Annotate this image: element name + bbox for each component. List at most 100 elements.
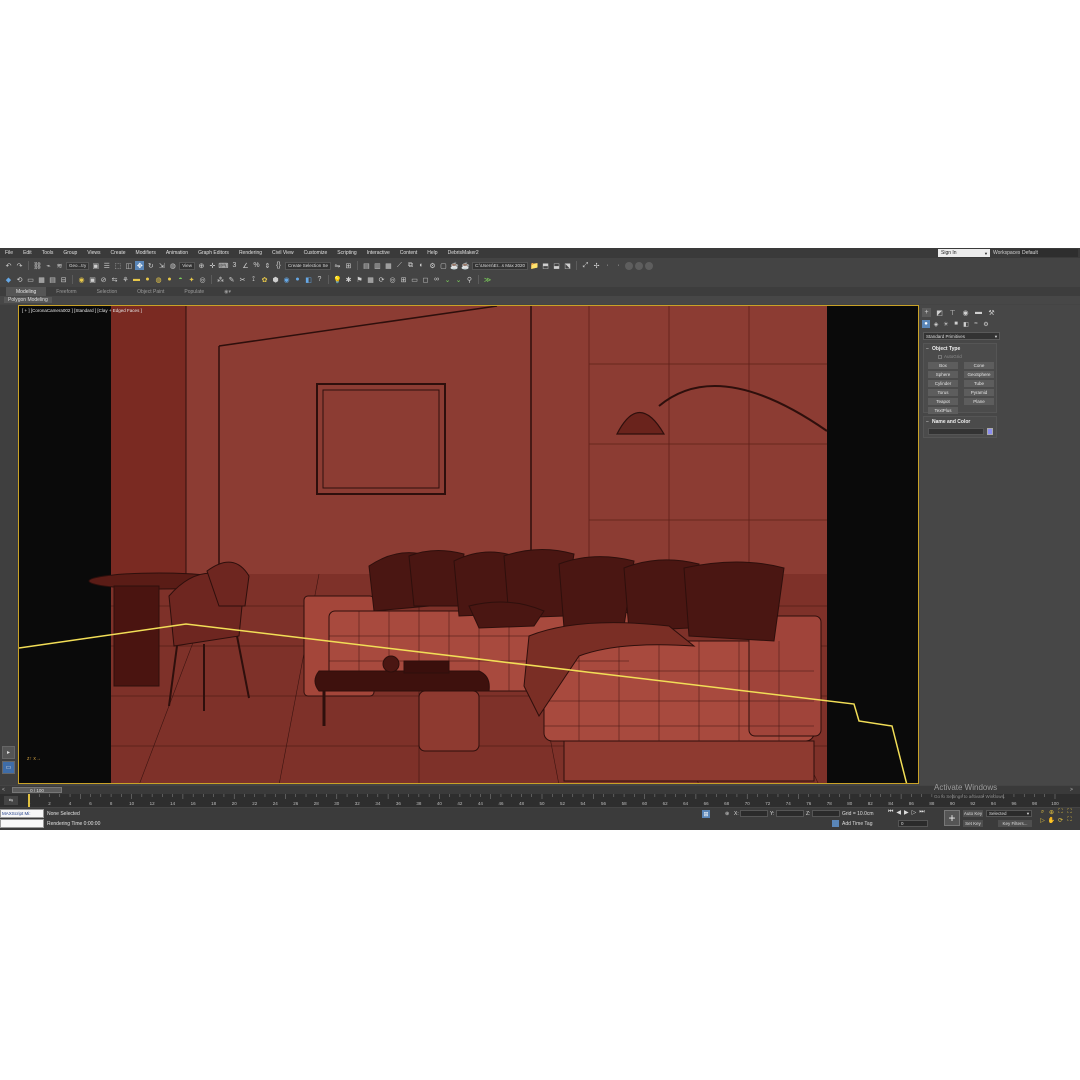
- shapes-icon[interactable]: ◈: [932, 320, 940, 328]
- corona-distance-icon[interactable]: ⟟: [249, 275, 258, 284]
- menu-animation[interactable]: Animation: [161, 250, 193, 256]
- corona-volume-icon[interactable]: ◎: [198, 275, 207, 284]
- lights-icon[interactable]: ☀: [942, 320, 950, 328]
- extra-tool-icon-2[interactable]: ▭: [26, 275, 35, 284]
- keyboard-shortcut-icon[interactable]: ⌨: [218, 261, 228, 270]
- maxscript-output[interactable]: [0, 819, 44, 828]
- primitive-category-dropdown[interactable]: Standard Primitives ▼: [923, 332, 1000, 340]
- cone-button[interactable]: Cone: [964, 362, 994, 369]
- project-folder-icon[interactable]: 📁: [530, 261, 539, 270]
- viewport-layout-active-button[interactable]: ▭: [2, 761, 15, 774]
- corona-mtl-icon[interactable]: ⬢: [271, 275, 280, 284]
- menu-help[interactable]: Help: [422, 250, 442, 256]
- workspace-dropdown[interactable]: Default: [1020, 249, 1078, 257]
- select-rotate-icon[interactable]: ↻: [146, 261, 155, 270]
- corona-vfb-icon[interactable]: ▣: [88, 275, 97, 284]
- select-move-icon[interactable]: ✥: [135, 261, 145, 270]
- x-coordinate-field[interactable]: [740, 810, 768, 817]
- schematic-view-icon[interactable]: ⧉: [406, 261, 415, 270]
- edit-named-selection-icon[interactable]: {}: [274, 261, 283, 270]
- set-key-button[interactable]: Set Key: [963, 820, 983, 827]
- plane-button[interactable]: Plane: [964, 398, 994, 405]
- layer-explorer-icon[interactable]: ▥: [373, 261, 382, 270]
- previous-frame-icon[interactable]: ◀: [896, 809, 901, 816]
- space-warps-icon[interactable]: ≈: [972, 320, 980, 328]
- current-frame-field[interactable]: 0: [898, 820, 928, 827]
- corona-pattern-icon[interactable]: ✿: [260, 275, 269, 284]
- mirror-icon[interactable]: ⇋: [333, 261, 342, 270]
- tab-freeform[interactable]: Freeform: [46, 287, 86, 296]
- selection-lock-icon[interactable]: ⊞: [702, 810, 710, 818]
- tab-object-paint[interactable]: Object Paint: [127, 287, 174, 296]
- zoom-extents-all-icon[interactable]: ⛶: [1065, 809, 1074, 816]
- menu-graph-editors[interactable]: Graph Editors: [193, 250, 234, 256]
- box-button[interactable]: Box: [928, 362, 958, 369]
- key-set-dropdown[interactable]: Selected ▼: [986, 810, 1032, 817]
- corona-sun-icon[interactable]: ●: [143, 275, 152, 284]
- z-coordinate-field[interactable]: [812, 810, 840, 817]
- rendered-frame-window-icon[interactable]: ▢: [439, 261, 448, 270]
- corona-rotate-icon[interactable]: ·: [603, 261, 612, 270]
- select-object-icon[interactable]: ▣: [91, 261, 100, 270]
- grid-tool-icon[interactable]: ▦: [366, 275, 375, 284]
- object-color-swatch[interactable]: [987, 428, 993, 435]
- sign-in-dropdown[interactable]: Sign In ▼: [938, 249, 990, 257]
- unlink-icon[interactable]: ⌁: [44, 261, 53, 270]
- current-frame-marker[interactable]: [28, 794, 30, 807]
- redo-icon[interactable]: ↷: [15, 261, 24, 270]
- viewport-layouts-button[interactable]: ▸: [2, 746, 15, 759]
- selection-filter-dropdown[interactable]: Geo...try: [66, 261, 90, 270]
- extra-tool-icon-3[interactable]: ▦: [37, 275, 46, 284]
- tab-selection[interactable]: Selection: [87, 287, 128, 296]
- render-iterative-icon[interactable]: ☕: [461, 261, 470, 270]
- select-place-icon[interactable]: ◍: [168, 261, 177, 270]
- next-frame-icon[interactable]: ▷: [912, 809, 917, 816]
- sphere-button[interactable]: Sphere: [928, 371, 958, 378]
- autogrid-checkbox[interactable]: AutoGrid: [938, 354, 962, 359]
- corona-stop-icon[interactable]: ⊘: [99, 275, 108, 284]
- link-icon[interactable]: ⛓: [33, 261, 42, 270]
- zoom-extents-icon[interactable]: ⛶: [1056, 809, 1065, 816]
- window-icon[interactable]: ▭: [410, 275, 419, 284]
- textplus-button[interactable]: TextPlus: [928, 407, 958, 414]
- menu-rendering[interactable]: Rendering: [234, 250, 267, 256]
- corona-interactive-icon[interactable]: ⤢: [581, 261, 590, 270]
- render-setup-icon[interactable]: ⚙: [428, 261, 437, 270]
- pan-icon[interactable]: ✋: [1047, 817, 1056, 824]
- time-slider[interactable]: < 0 / 100 >: [0, 786, 1080, 794]
- next-frame-icon[interactable]: >: [1070, 787, 1073, 793]
- helpers-icon[interactable]: ◧: [962, 320, 970, 328]
- corona-light-toggle-icon[interactable]: [625, 261, 634, 270]
- corona-converter-2-icon[interactable]: ●: [293, 275, 302, 284]
- maximize-viewport-icon[interactable]: ⛶: [1065, 817, 1074, 824]
- tab-populate[interactable]: Populate: [174, 287, 214, 296]
- modify-tab-icon[interactable]: ◩: [935, 308, 944, 317]
- menu-group[interactable]: Group: [58, 250, 82, 256]
- plus-box-icon[interactable]: ⊞: [399, 275, 408, 284]
- align-icon[interactable]: ⊞: [344, 261, 353, 270]
- trackbar[interactable]: ⇆ 02468101214161820222426283032343638404…: [0, 794, 1080, 807]
- snaps-toggle-icon[interactable]: 3: [230, 261, 239, 270]
- cylinder-button[interactable]: Cylinder: [928, 380, 958, 387]
- corona-sky-icon[interactable]: ◍: [154, 275, 163, 284]
- double-chevron-down-icon[interactable]: ⌄: [454, 275, 463, 284]
- menu-tools[interactable]: Tools: [37, 250, 59, 256]
- named-selection-dropdown[interactable]: Create Selection Se: [284, 261, 331, 270]
- chevron-down-icon[interactable]: ⌄: [443, 275, 452, 284]
- object-name-field[interactable]: [928, 428, 984, 435]
- menu-content[interactable]: Content: [395, 250, 423, 256]
- corona-lister-icon[interactable]: ◧: [304, 275, 313, 284]
- menu-debrismaker2[interactable]: DebrisMaker2: [443, 250, 484, 256]
- reference-coordinate-dropdown[interactable]: View: [179, 261, 195, 270]
- corona-sphere-icon[interactable]: ●: [165, 275, 174, 284]
- project-folder-dropdown[interactable]: C:\Users\Er...s Max 2020: [471, 261, 529, 270]
- utilities-tab-icon[interactable]: ⚒: [987, 308, 996, 317]
- maxscript-listener[interactable]: MAXScript Mi:: [0, 809, 44, 818]
- curve-editor-icon[interactable]: ⟋: [395, 261, 404, 270]
- corona-interactive-render-icon[interactable]: ⇆: [110, 275, 119, 284]
- material-editor-icon[interactable]: ◐: [417, 261, 426, 270]
- prev-frame-icon[interactable]: <: [2, 787, 5, 793]
- corona-material-toggle-icon[interactable]: [635, 261, 644, 270]
- menu-edit[interactable]: Edit: [18, 250, 37, 256]
- zoom-all-icon[interactable]: ⊕: [1047, 809, 1056, 816]
